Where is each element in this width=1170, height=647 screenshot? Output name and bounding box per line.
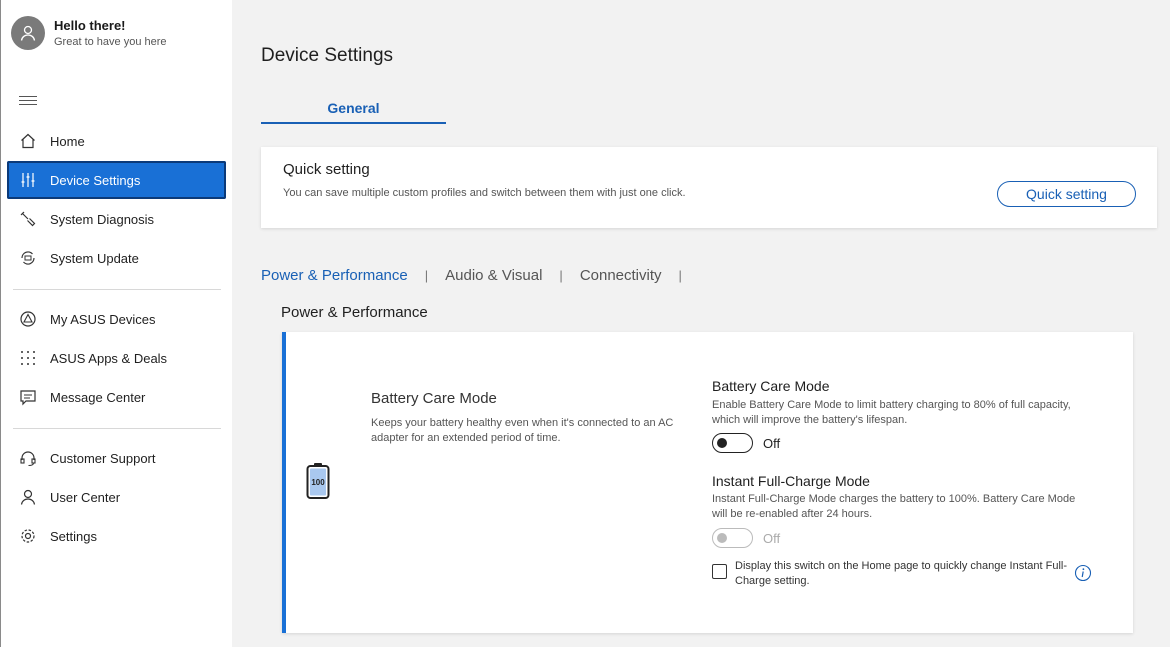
update-icon [18, 248, 38, 268]
subtab-divider: | [678, 268, 682, 283]
tab-general[interactable]: General [261, 100, 446, 124]
wrench-icon [18, 209, 38, 229]
sidebar-item-system-update[interactable]: System Update [7, 239, 226, 277]
sidebar-item-label: User Center [50, 489, 121, 505]
quick-setting-card: Quick setting You can save multiple cust… [261, 147, 1157, 228]
battery-care-title: Battery Care Mode [371, 390, 497, 407]
instant-charge-toggle[interactable] [712, 528, 753, 548]
home-icon [18, 131, 38, 151]
sidebar-item-label: Settings [50, 528, 97, 544]
category-subtabs: Power & Performance | Audio & Visual | C… [261, 267, 699, 284]
subtab-connectivity[interactable]: Connectivity [580, 267, 662, 284]
user-avatar-icon [20, 25, 36, 41]
home-page-display-checkbox[interactable] [712, 564, 727, 579]
sliders-icon [18, 170, 38, 190]
sidebar-item-label: My ASUS Devices [50, 311, 156, 327]
subtab-divider: | [559, 268, 563, 283]
sidebar-item-customer-support[interactable]: Customer Support [7, 439, 226, 477]
devices-icon [18, 309, 38, 329]
headset-icon [18, 448, 38, 468]
page-title: Device Settings [261, 45, 394, 66]
avatar [11, 16, 45, 50]
quick-setting-button[interactable]: Quick setting [997, 181, 1136, 207]
profile-subtitle: Great to have you here [54, 35, 167, 48]
quick-setting-title: Quick setting [283, 161, 370, 178]
home-page-display-label: Display this switch on the Home page to … [735, 560, 1067, 587]
sidebar-divider [13, 428, 221, 429]
instant-charge-title: Instant Full-Charge Mode [712, 473, 870, 489]
sidebar-item-label: Home [50, 133, 85, 149]
profile[interactable]: Hello there! Great to have you here [11, 16, 167, 50]
section-title: Power & Performance [281, 304, 428, 321]
sidebar-item-label: Customer Support [50, 450, 156, 466]
sidebar-item-label: Message Center [50, 389, 146, 405]
sidebar-item-system-diagnosis[interactable]: System Diagnosis [7, 200, 226, 238]
sidebar-divider [13, 289, 221, 290]
subtab-power-performance[interactable]: Power & Performance [261, 267, 408, 284]
profile-greeting: Hello there! [54, 17, 126, 33]
info-icon[interactable] [1074, 564, 1092, 582]
battery-icon: 100 [306, 463, 330, 499]
sidebar-item-label: System Diagnosis [50, 211, 155, 227]
sidebar-item-asus-apps-deals[interactable]: ASUS Apps & Deals [7, 339, 226, 377]
sidebar-item-label: System Update [50, 250, 139, 266]
battery-level-text: 100 [311, 478, 325, 487]
sidebar-item-my-asus-devices[interactable]: My ASUS Devices [7, 300, 226, 338]
battery-care-toggle-state: Off [763, 436, 781, 451]
battery-care-card: 100 Battery Care Mode Keeps your battery… [282, 332, 1133, 633]
sidebar-item-device-settings[interactable]: Device Settings [7, 161, 226, 199]
battery-care-toggle[interactable] [712, 433, 753, 453]
battery-care-description: Keeps your battery healthy even when it'… [371, 417, 674, 444]
battery-care-mode-title: Battery Care Mode [712, 378, 830, 394]
subtab-audio-visual[interactable]: Audio & Visual [445, 267, 542, 284]
instant-charge-toggle-state: Off [763, 531, 781, 546]
user-icon [18, 487, 38, 507]
sidebar-item-user-center[interactable]: User Center [7, 478, 226, 516]
sidebar-item-message-center[interactable]: Message Center [7, 378, 226, 416]
hamburger-menu-icon[interactable] [19, 96, 37, 110]
sidebar-item-home[interactable]: Home [7, 122, 226, 160]
apps-grid-icon [18, 348, 38, 368]
subtab-divider: | [424, 268, 429, 283]
instant-charge-description: Instant Full-Charge Mode charges the bat… [712, 493, 1076, 520]
gear-icon [18, 526, 38, 546]
sidebar: Hello there! Great to have you here Home… [0, 0, 232, 647]
quick-setting-description: You can save multiple custom profiles an… [283, 187, 686, 199]
sidebar-item-label: ASUS Apps & Deals [50, 350, 168, 366]
battery-care-mode-description: Enable Battery Care Mode to limit batter… [712, 399, 1071, 426]
message-icon [18, 387, 38, 407]
sidebar-item-label: Device Settings [50, 172, 141, 188]
sidebar-item-settings[interactable]: Settings [7, 517, 226, 555]
